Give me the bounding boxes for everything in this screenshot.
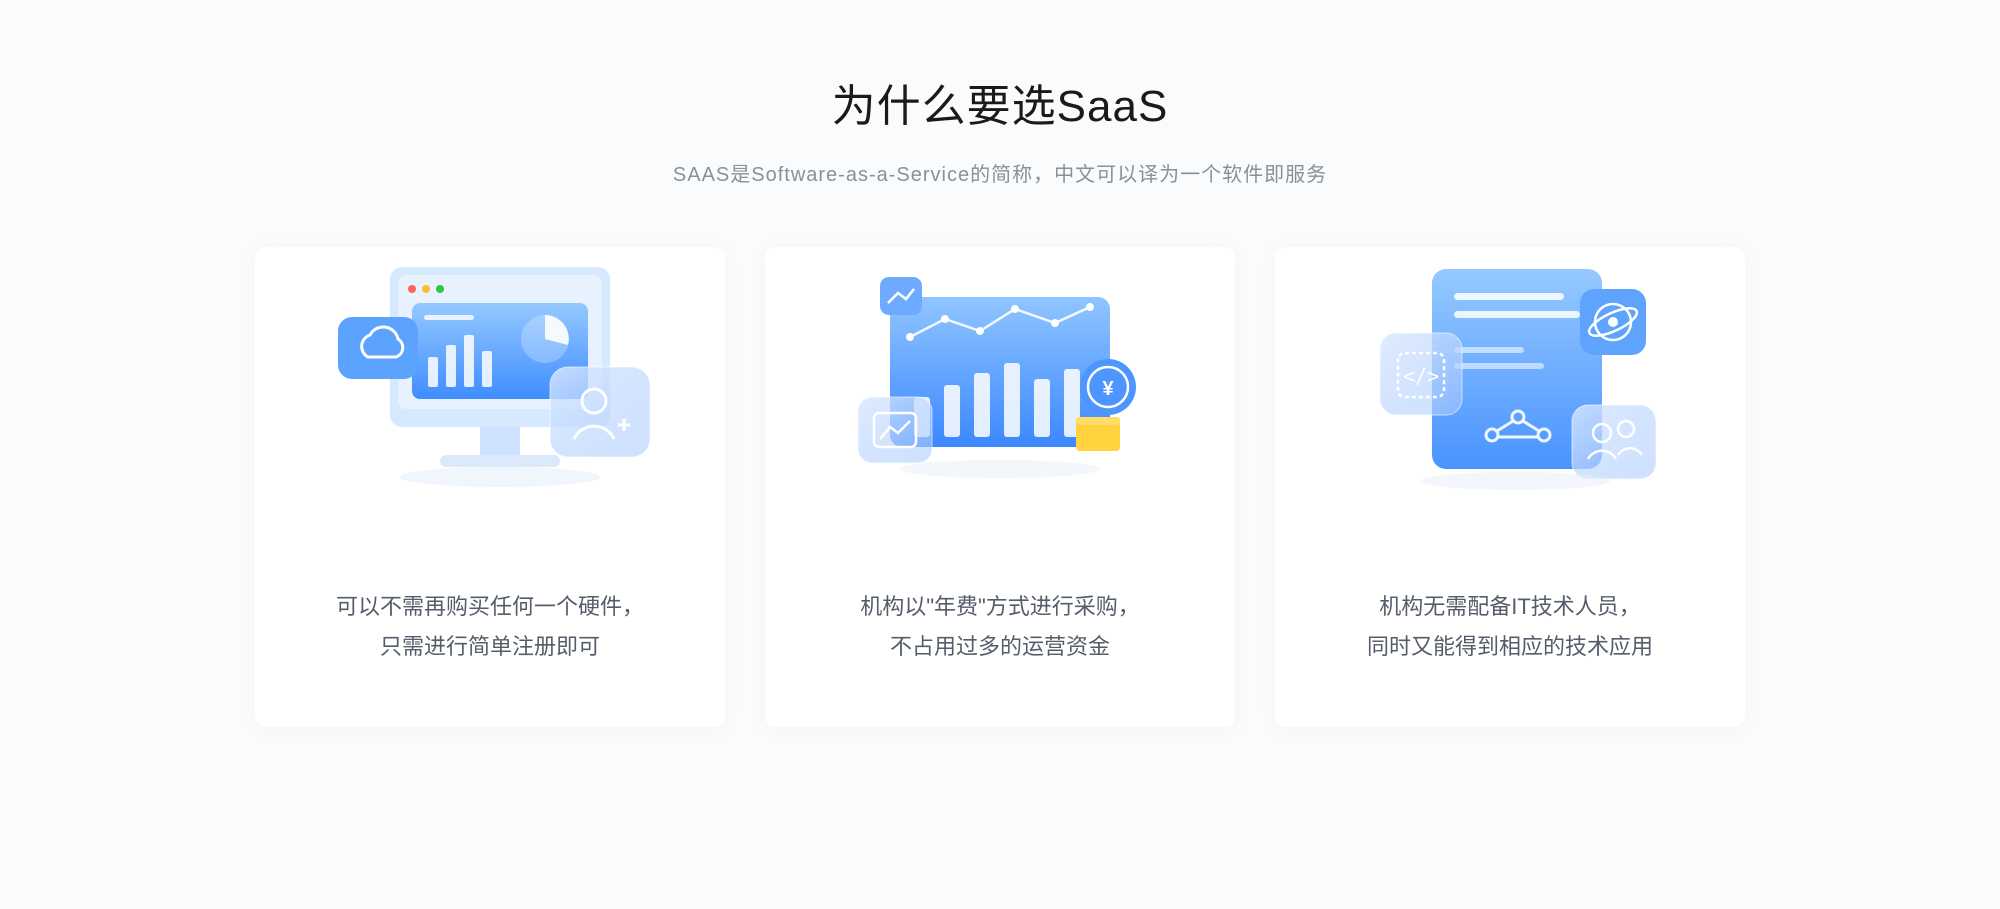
analytics-chart-icon: ¥	[805, 247, 1195, 527]
section-header: 为什么要选SaaS SAAS是Software-as-a-Service的简称，…	[200, 70, 1800, 187]
svg-text:</>: </>	[1403, 364, 1439, 388]
feature-card-hardware: 可以不需再购买任何一个硬件， 只需进行简单注册即可	[255, 247, 725, 727]
feature-cards: 可以不需再购买任何一个硬件， 只需进行简单注册即可	[200, 247, 1800, 727]
feature-description: 机构以"年费"方式进行采购， 不占用过多的运营资金	[805, 587, 1195, 666]
section-title: 为什么要选SaaS	[200, 70, 1800, 134]
document-tech-icon: </>	[1315, 247, 1705, 527]
monitor-dashboard-icon	[295, 247, 685, 527]
section-subtitle: SAAS是Software-as-a-Service的简称，中文可以译为一个软件…	[200, 158, 1800, 187]
svg-text:¥: ¥	[1102, 378, 1114, 400]
feature-description: 机构无需配备IT技术人员， 同时又能得到相应的技术应用	[1315, 587, 1705, 666]
feature-card-subscription: ¥ 机构以"年费"方式进行采购， 不占用过多的运营资金	[765, 247, 1235, 727]
feature-card-no-it: </> 机构无需配备IT技术人员，	[1275, 247, 1745, 727]
feature-description: 可以不需再购买任何一个硬件， 只需进行简单注册即可	[295, 587, 685, 666]
